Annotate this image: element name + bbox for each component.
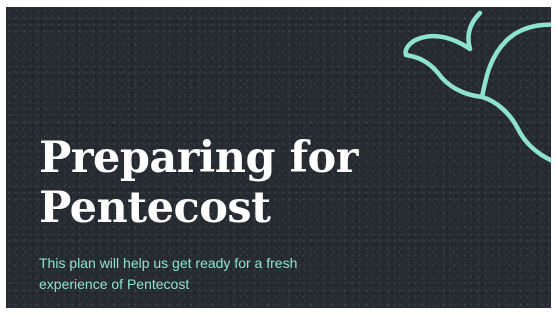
- plan-description: This plan will help us get ready for a f…: [39, 253, 359, 295]
- title-line-2: Pentecost: [39, 183, 271, 233]
- dove-icon: [403, 10, 551, 163]
- description-line-1: This plan will help us get ready for a f…: [39, 255, 298, 271]
- plan-cover-card[interactable]: Preparing for Pentecost This plan will h…: [6, 7, 551, 308]
- description-line-2: experience of Pentecost: [39, 276, 190, 292]
- page-title: Preparing for Pentecost: [39, 133, 358, 233]
- title-line-1: Preparing for: [39, 133, 358, 183]
